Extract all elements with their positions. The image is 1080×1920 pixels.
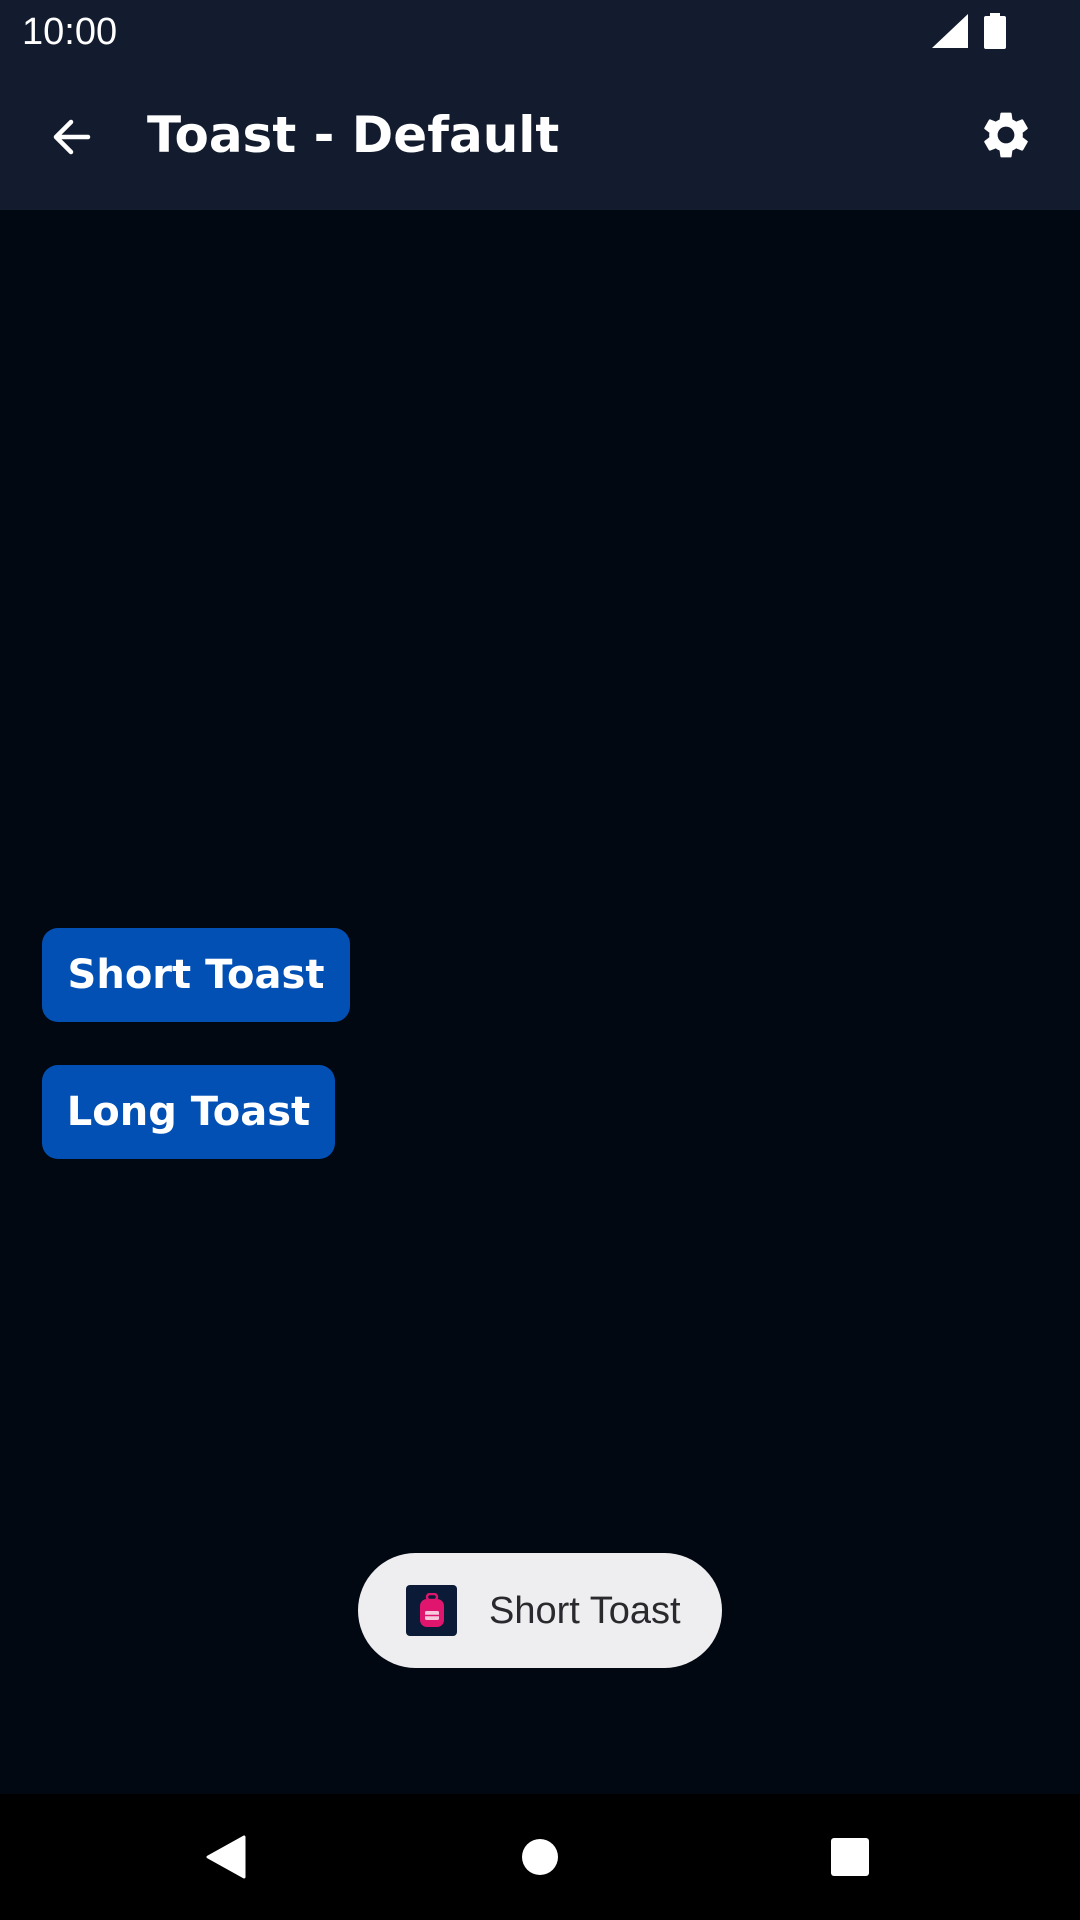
backpack-app-icon	[406, 1585, 457, 1636]
back-button[interactable]	[30, 95, 114, 179]
nav-back-triangle-icon	[206, 1835, 246, 1879]
nav-home-button[interactable]	[500, 1817, 580, 1897]
battery-icon	[984, 13, 1006, 49]
arrow-back-icon	[53, 119, 91, 155]
long-toast-button[interactable]: Long Toast	[42, 1065, 335, 1159]
gear-icon	[984, 112, 1028, 158]
nav-recents-button[interactable]	[810, 1817, 890, 1897]
page-title: Toast - Default	[147, 106, 560, 164]
nav-home-circle-icon	[522, 1839, 558, 1875]
toast: Short Toast	[358, 1553, 722, 1668]
short-toast-button[interactable]: Short Toast	[42, 928, 350, 1022]
nav-back-button[interactable]	[186, 1817, 266, 1897]
navigation-bar	[0, 1794, 1080, 1920]
screen: 10:00 Toast - Default Short Toast Long T…	[0, 0, 1080, 1920]
status-time: 10:00	[22, 11, 118, 53]
nav-recents-square-icon	[831, 1838, 869, 1876]
cellular-signal-icon	[932, 14, 968, 48]
app-bar: Toast - Default	[0, 63, 1080, 210]
status-bar: 10:00	[0, 0, 1080, 63]
settings-button[interactable]	[964, 93, 1048, 177]
toast-message: Short Toast	[489, 1590, 681, 1632]
